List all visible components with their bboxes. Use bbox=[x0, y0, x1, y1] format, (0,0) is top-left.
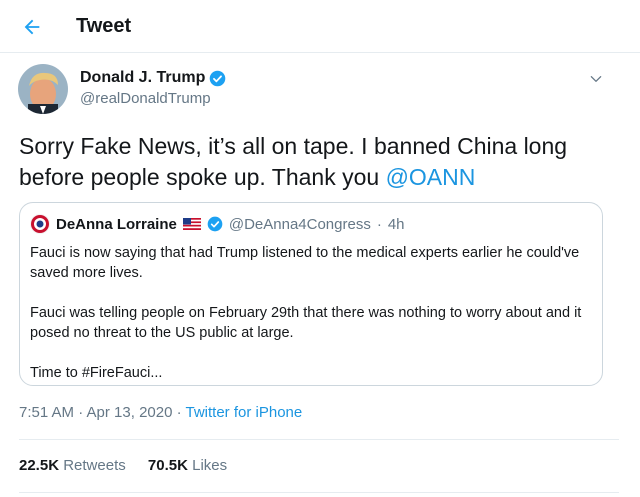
arrow-left-icon bbox=[24, 19, 40, 35]
back-button[interactable] bbox=[14, 10, 50, 44]
quoted-paragraph: Fauci is now saying that had Trump liste… bbox=[30, 245, 580, 281]
quoted-author-avatar bbox=[30, 214, 50, 234]
retweets-stat[interactable]: 22.5K Retweets bbox=[19, 457, 126, 474]
retweets-label: Retweets bbox=[63, 457, 126, 474]
tweet-author: Donald J. Trump @realDonaldTrump bbox=[18, 63, 618, 119]
author-display-name[interactable]: Donald J. Trump bbox=[80, 69, 205, 87]
divider bbox=[19, 439, 619, 440]
quoted-tweet-card[interactable]: DeAnna Lorraine @DeAnna4Congress · 4h Fa… bbox=[19, 202, 603, 386]
tweet-stats: 22.5K Retweets 70.5K Likes bbox=[19, 457, 245, 474]
likes-label: Likes bbox=[192, 457, 228, 474]
mention-link[interactable]: @OANN bbox=[386, 164, 476, 190]
tweet-text: Sorry Fake News, it’s all on tape. I ban… bbox=[19, 131, 619, 193]
page-title: Tweet bbox=[76, 15, 132, 37]
us-flag-icon bbox=[182, 218, 201, 230]
verified-badge-icon bbox=[210, 70, 226, 86]
quoted-display-name: DeAnna Lorraine bbox=[56, 215, 177, 233]
tweet-meta: 7:51 AM · Apr 13, 2020 · Twitter for iPh… bbox=[19, 404, 302, 421]
divider bbox=[19, 492, 619, 493]
verified-badge-icon bbox=[207, 216, 223, 232]
quoted-separator: · bbox=[376, 215, 382, 233]
tweet-header-bar: Tweet bbox=[0, 0, 640, 53]
quoted-paragraph: Time to #FireFauci... bbox=[30, 365, 163, 381]
quoted-tweet-body: Fauci is now saying that had Trump liste… bbox=[30, 243, 590, 383]
display-name-row: Donald J. Trump bbox=[80, 69, 226, 87]
quoted-time: 4h bbox=[387, 215, 405, 233]
tweet-source-link[interactable]: Twitter for iPhone bbox=[186, 404, 303, 421]
quoted-handle: @DeAnna4Congress bbox=[228, 215, 371, 233]
quoted-tweet-header: DeAnna Lorraine @DeAnna4Congress · 4h bbox=[30, 214, 405, 234]
tweet-timestamp[interactable]: 7:51 AM · Apr 13, 2020 · bbox=[19, 404, 186, 421]
retweets-count: 22.5K bbox=[19, 457, 60, 474]
chevron-down-icon bbox=[590, 76, 602, 82]
likes-stat[interactable]: 70.5K Likes bbox=[148, 457, 227, 474]
tweet-text-body: Sorry Fake News, it’s all on tape. I ban… bbox=[19, 133, 568, 190]
likes-count: 70.5K bbox=[147, 457, 188, 474]
tweet-options-button[interactable] bbox=[584, 67, 608, 91]
author-names: Donald J. Trump @realDonaldTrump bbox=[80, 69, 226, 107]
author-handle[interactable]: @realDonaldTrump bbox=[80, 90, 226, 107]
quoted-paragraph: Fauci was telling people on February 29t… bbox=[30, 305, 582, 341]
author-avatar[interactable] bbox=[18, 64, 68, 114]
